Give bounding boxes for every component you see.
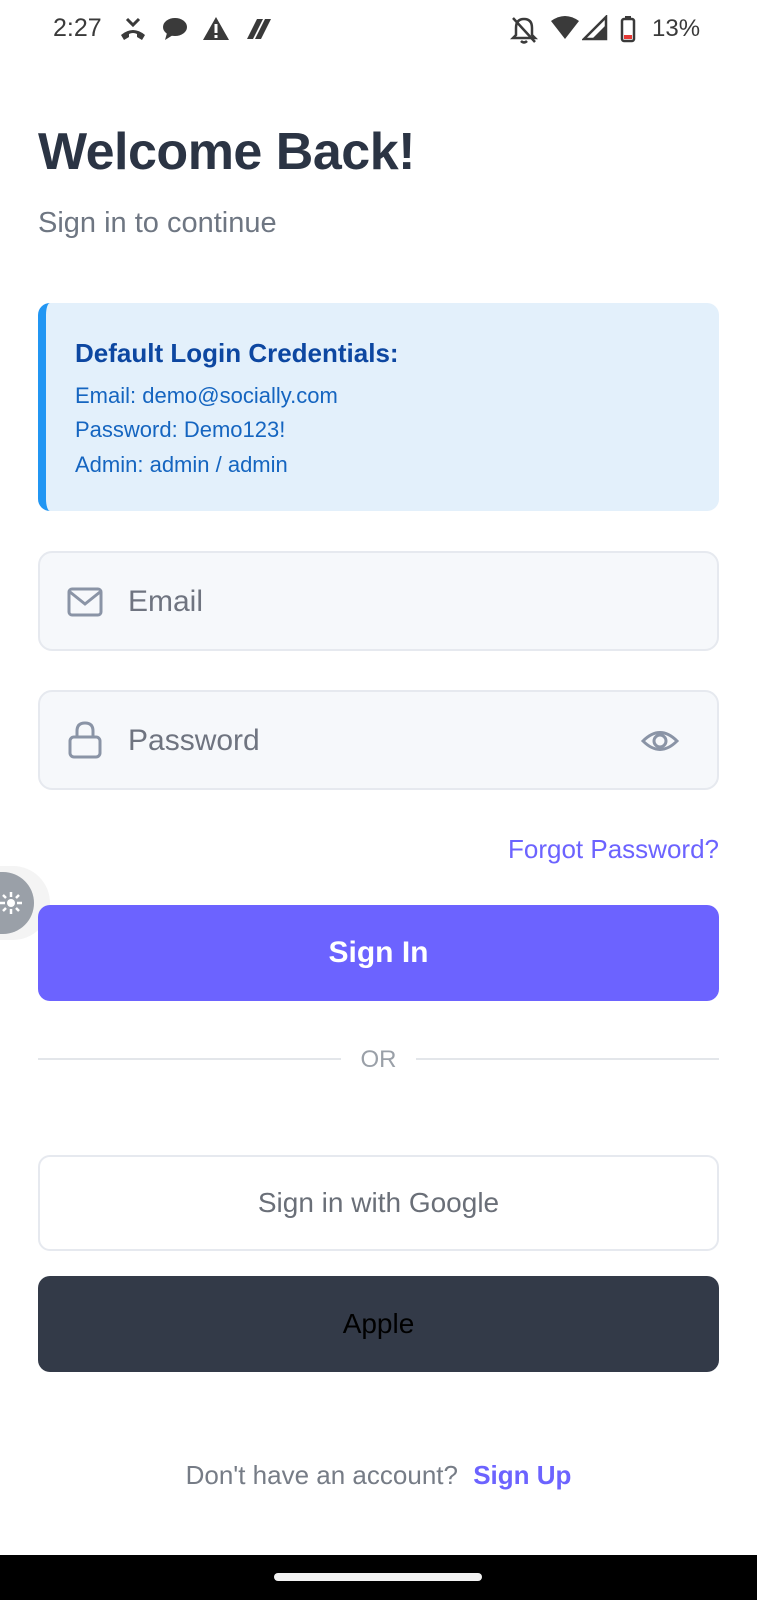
app-icon <box>247 19 271 39</box>
password-input[interactable] <box>128 716 608 766</box>
notifications-off-icon <box>510 17 538 44</box>
status-bar: 2:27 13% <box>0 0 757 62</box>
signal-icon <box>582 15 608 41</box>
forgot-password-link[interactable]: Forgot Password? <box>508 834 719 865</box>
signup-row: Don't have an account? Sign Up <box>0 1460 757 1491</box>
missed-call-icon <box>121 17 145 40</box>
sign-in-button[interactable]: Sign In <box>38 905 719 1001</box>
credentials-title: Default Login Credentials: <box>75 338 399 368</box>
apple-sign-in-button[interactable]: Apple <box>38 1276 719 1372</box>
credentials-info-box: Default Login Credentials: Email: demo@s… <box>38 303 719 511</box>
divider-line-right <box>416 1058 719 1060</box>
signup-prompt: Don't have an account? <box>185 1460 458 1490</box>
status-time: 2:27 <box>53 14 102 42</box>
battery-icon <box>620 16 636 43</box>
login-screen: 2:27 13% Welcome Back! Sign in to contin… <box>0 0 757 1600</box>
wifi-icon <box>551 16 579 39</box>
eye-icon[interactable] <box>641 724 679 758</box>
or-divider: OR <box>38 1042 719 1082</box>
or-text: OR <box>360 1046 397 1073</box>
mail-icon <box>67 587 103 617</box>
email-field[interactable] <box>38 551 719 651</box>
home-gesture-handle[interactable] <box>274 1573 482 1581</box>
warning-icon <box>203 17 229 40</box>
password-field[interactable] <box>38 690 719 790</box>
credentials-email: Email: demo@socially.com <box>75 383 338 408</box>
google-sign-in-button[interactable]: Sign in with Google <box>38 1155 719 1251</box>
sign-up-link[interactable]: Sign Up <box>473 1460 571 1490</box>
chat-bubble-icon <box>163 18 187 40</box>
lock-icon <box>68 721 102 759</box>
system-navigation-bar <box>0 1555 757 1600</box>
page-subtitle: Sign in to continue <box>38 207 277 239</box>
battery-percentage: 13% <box>652 15 701 42</box>
page-title: Welcome Back! <box>38 123 415 181</box>
credentials-password: Password: Demo123! <box>75 417 286 442</box>
credentials-admin: Admin: admin / admin <box>75 452 288 477</box>
email-input[interactable] <box>128 577 608 627</box>
bug-icon <box>0 892 22 914</box>
